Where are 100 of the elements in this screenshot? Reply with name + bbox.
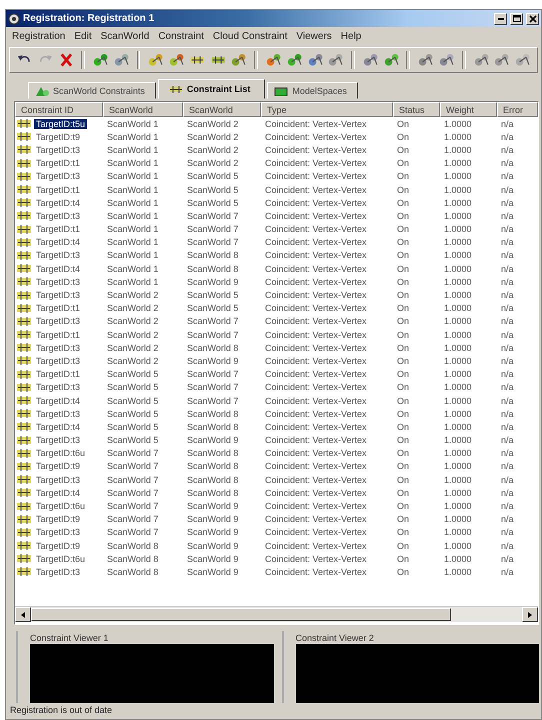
table-cell-text: ScanWorld 1: [106, 249, 160, 262]
horizontal-scrollbar[interactable]: [15, 606, 538, 622]
link-icon: [17, 356, 31, 366]
table-cell-text: ScanWorld 8: [186, 249, 240, 262]
table-cell-text: Coincident: Vertex-Vertex: [264, 302, 368, 315]
table-cell-text: 1.0000: [443, 262, 473, 276]
link-icon: [17, 396, 31, 406]
table-cell[interactable]: TargetID:t5u: [34, 118, 88, 129]
table-cell-text: ScanWorld 7: [186, 381, 240, 394]
table-cell-text: ScanWorld 9: [186, 276, 240, 288]
table-cell[interactable]: TargetID:t3: [34, 210, 82, 221]
table-cell-text: Coincident: Vertex-Vertex: [264, 434, 368, 447]
table-cell-text: ScanWorld 2: [186, 130, 240, 144]
table-cell[interactable]: TargetID:t6u: [34, 448, 88, 458]
table-cell[interactable]: TargetID:t6u: [34, 554, 88, 564]
table-cell[interactable]: TargetID:t9: [34, 132, 82, 142]
table-cell[interactable]: TargetID:t3: [34, 276, 82, 287]
table-cell[interactable]: TargetID:t3: [34, 356, 82, 366]
column-header[interactable]: ScanWorld: [183, 102, 261, 117]
table-cell-text: Coincident: Vertex-Vertex: [264, 210, 368, 222]
table-cell-text: ScanWorld 5: [186, 184, 240, 196]
viewer-title: Constraint Viewer 1: [30, 632, 110, 644]
table-cell-text: Coincident: Vertex-Vertex: [264, 328, 368, 342]
table-cell-text: On: [396, 552, 410, 566]
table-cell[interactable]: TargetID:t4: [34, 198, 82, 208]
menu-item[interactable]: Edit: [74, 30, 92, 42]
table-cell[interactable]: TargetID:t1: [34, 184, 82, 195]
table-cell[interactable]: TargetID:t9: [34, 514, 82, 524]
table-cell[interactable]: TargetID:t4: [34, 422, 82, 432]
right-arrow-icon[interactable]: [527, 610, 533, 618]
link-icon: [17, 277, 31, 286]
table-cell-text: 1.0000: [443, 368, 473, 381]
table-cell-text: 1.0000: [443, 486, 473, 500]
table-cell-text: n/a: [500, 196, 515, 210]
link-icon: [17, 514, 31, 524]
table-cell-text: Coincident: Vertex-Vertex: [264, 540, 368, 552]
table-cell-text: ScanWorld 7: [186, 236, 240, 249]
column-header[interactable]: Constraint ID: [15, 102, 103, 117]
table-cell[interactable]: TargetID:t4: [34, 237, 82, 248]
table-cell[interactable]: TargetID:t9: [34, 461, 82, 472]
table-cell[interactable]: TargetID:t3: [34, 316, 82, 326]
table-cell[interactable]: TargetID:t4: [34, 264, 82, 274]
table-cell-text: On: [396, 223, 410, 236]
table-cell-text: On: [396, 381, 410, 394]
table-cell[interactable]: TargetID:t3: [34, 250, 82, 260]
minimize-button[interactable]: [494, 12, 507, 24]
table-cell[interactable]: TargetID:t3: [34, 382, 82, 392]
table-cell-text: 1.0000: [443, 460, 473, 474]
column-header[interactable]: Type: [261, 102, 393, 117]
table-cell-text: 1.0000: [443, 474, 473, 486]
menu-item[interactable]: Viewers: [296, 30, 332, 42]
table-cell[interactable]: TargetID:t1: [34, 158, 82, 168]
table-cell[interactable]: TargetID:t3: [34, 474, 82, 485]
table-cell[interactable]: TargetID:t4: [34, 396, 82, 406]
folder-icon: [274, 86, 288, 96]
table-cell-text: Coincident: Vertex-Vertex: [264, 223, 368, 236]
table-cell[interactable]: TargetID:t3: [34, 435, 82, 446]
left-arrow-icon[interactable]: [20, 610, 26, 618]
menu-item[interactable]: Registration: [12, 30, 66, 42]
link-icon: [17, 448, 31, 458]
table-cell[interactable]: TargetID:t1: [34, 303, 82, 314]
table-cell[interactable]: TargetID:t1: [34, 369, 82, 380]
table-cell-text: On: [396, 447, 410, 460]
cross-icon[interactable]: [58, 51, 74, 69]
maximize-button[interactable]: [510, 12, 523, 24]
table-cell[interactable]: TargetID:t3: [34, 566, 82, 577]
link-icon: [17, 436, 31, 445]
table-cell[interactable]: TargetID:t3: [34, 290, 82, 300]
table-cell[interactable]: TargetID:t6u: [34, 501, 88, 512]
column-header[interactable]: Weight: [440, 102, 497, 117]
table-cell[interactable]: TargetID:t3: [34, 342, 82, 353]
table-cell[interactable]: TargetID:t3: [34, 408, 82, 419]
column-header[interactable]: Error: [497, 102, 538, 117]
column-header[interactable]: ScanWorld: [103, 102, 183, 117]
column-header[interactable]: Status: [393, 102, 440, 117]
menu-item[interactable]: ScanWorld: [100, 30, 150, 42]
table-cell-text: ScanWorld 5: [186, 302, 240, 315]
table-cell[interactable]: TargetID:t3: [34, 527, 82, 538]
table-cell-text: ScanWorld 9: [186, 513, 240, 526]
tab[interactable]: ModelSpaces: [267, 82, 358, 99]
table-cell-text: 1.0000: [443, 566, 473, 579]
tab[interactable]: ScanWorld Constraints: [28, 82, 156, 99]
table-cell[interactable]: TargetID:t9: [34, 540, 82, 551]
table-cell[interactable]: TargetID:t3: [34, 144, 82, 155]
tab[interactable]: Constraint List: [158, 79, 266, 99]
table-cell-text: Coincident: Vertex-Vertex: [264, 500, 368, 513]
menu-item[interactable]: Help: [340, 30, 362, 42]
table-cell[interactable]: TargetID:t1: [34, 224, 82, 234]
table-cell[interactable]: TargetID:t3: [34, 171, 82, 182]
table-cell-text: ScanWorld 7: [186, 210, 240, 222]
table-cell[interactable]: TargetID:t4: [34, 488, 82, 498]
menu-item[interactable]: Cloud Constraint: [212, 30, 288, 42]
table-cell-text: ScanWorld 8: [106, 552, 160, 566]
table-cell[interactable]: TargetID:t1: [34, 330, 82, 340]
table-cell-text: On: [396, 474, 410, 486]
scroll-thumb[interactable]: [31, 608, 451, 621]
link-icon: [17, 119, 31, 128]
menu-item[interactable]: Constraint: [158, 30, 204, 42]
table-cell-text: On: [396, 210, 410, 222]
close-button[interactable]: [526, 12, 539, 24]
